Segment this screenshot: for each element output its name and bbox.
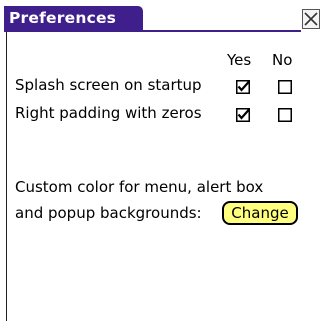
column-header-yes: Yes <box>227 51 252 69</box>
right-padding-yes-checkbox[interactable] <box>236 108 250 122</box>
column-header-no: No <box>272 51 293 69</box>
option-label-right-padding: Right padding with zeros <box>15 104 202 122</box>
option-label-splash-screen: Splash screen on startup <box>15 76 202 94</box>
title-bar: Preferences <box>4 6 320 32</box>
window-left-border <box>6 32 7 321</box>
splash-screen-no-checkbox[interactable] <box>278 80 292 94</box>
title-underline <box>143 30 301 32</box>
right-padding-no-checkbox[interactable] <box>278 108 292 122</box>
window-title: Preferences <box>9 9 117 27</box>
title-tab: Preferences <box>4 6 143 32</box>
close-icon <box>304 12 318 26</box>
close-button[interactable] <box>302 9 320 29</box>
custom-color-description-line-1: Custom color for menu, alert box <box>15 178 264 196</box>
splash-screen-yes-checkbox[interactable] <box>236 80 250 94</box>
custom-color-description-line-2: and popup backgrounds: <box>15 204 202 222</box>
change-color-button[interactable]: Change <box>222 201 298 225</box>
